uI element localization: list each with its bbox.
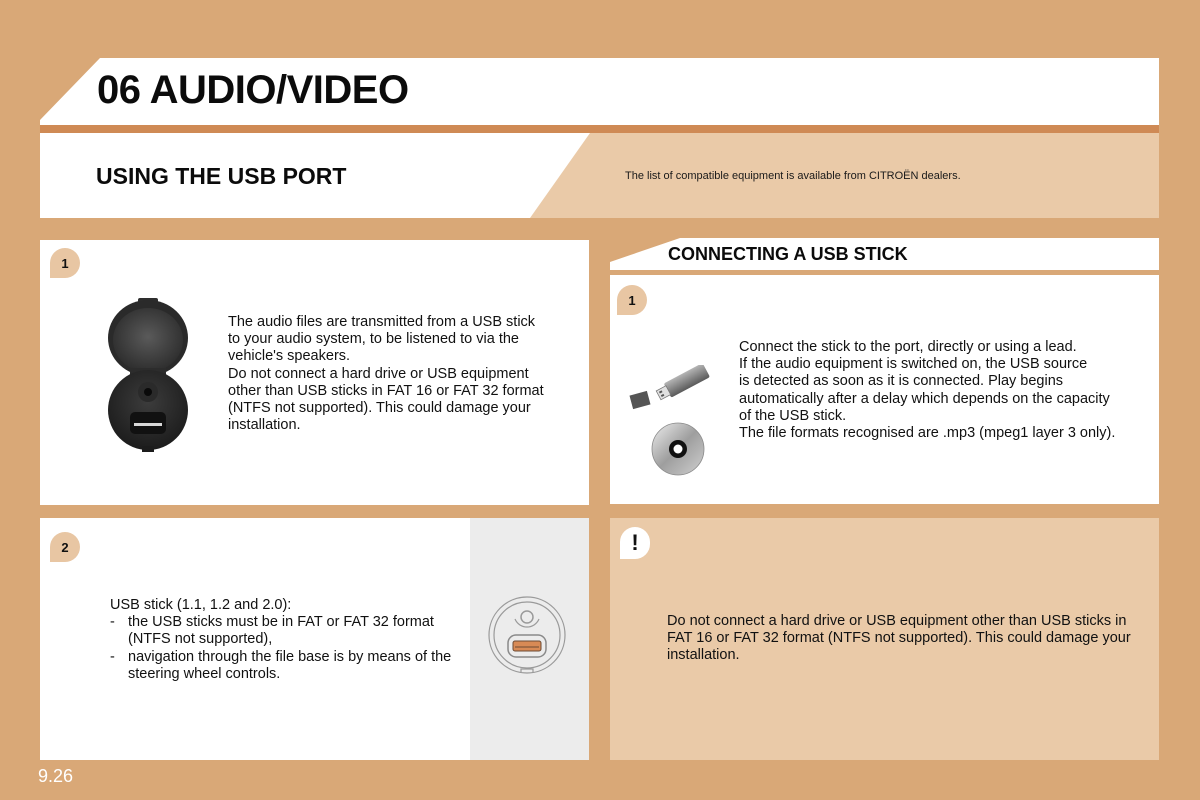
usb-socket-icon: [104, 296, 192, 456]
warning-icon: !: [620, 527, 650, 559]
section-title: USING THE USB PORT: [96, 163, 347, 189]
cd-icon: [651, 422, 705, 476]
list-bullet: -: [110, 614, 115, 631]
list-item-text: the USB sticks must be in FAT or FAT 32 …: [128, 614, 434, 648]
connecting-text: Connect the stick to the port, directly …: [739, 339, 1116, 442]
warning-text: Do not connect a hard drive or USB equip…: [667, 613, 1131, 664]
requirements-list: USB stick (1.1, 1.2 and 2.0): - the USB …: [110, 597, 470, 683]
title-divider: [40, 125, 1159, 133]
step-badge: 1: [617, 285, 647, 315]
page-title: 06 AUDIO/VIDEO: [97, 68, 409, 112]
list-item-text: navigation through the file base is by m…: [128, 648, 452, 682]
list-item: - navigation through the file base is by…: [110, 649, 470, 683]
usb-stick-icon: [628, 363, 710, 415]
connecting-heading: CONNECTING A USB STICK: [668, 244, 908, 264]
compatibility-note: The list of compatible equipment is avai…: [625, 170, 961, 182]
usb-port-outline-icon: [487, 595, 567, 675]
port-info-text: The audio files are transmitted from a U…: [228, 314, 544, 434]
step-badge: 2: [50, 532, 80, 562]
list-item: - the USB sticks must be in FAT or FAT 3…: [110, 614, 470, 648]
page-number: 9.26: [38, 766, 74, 786]
step-badge: 1: [50, 248, 80, 278]
list-bullet: -: [110, 648, 115, 665]
requirements-intro: USB stick (1.1, 1.2 and 2.0):: [110, 597, 292, 613]
